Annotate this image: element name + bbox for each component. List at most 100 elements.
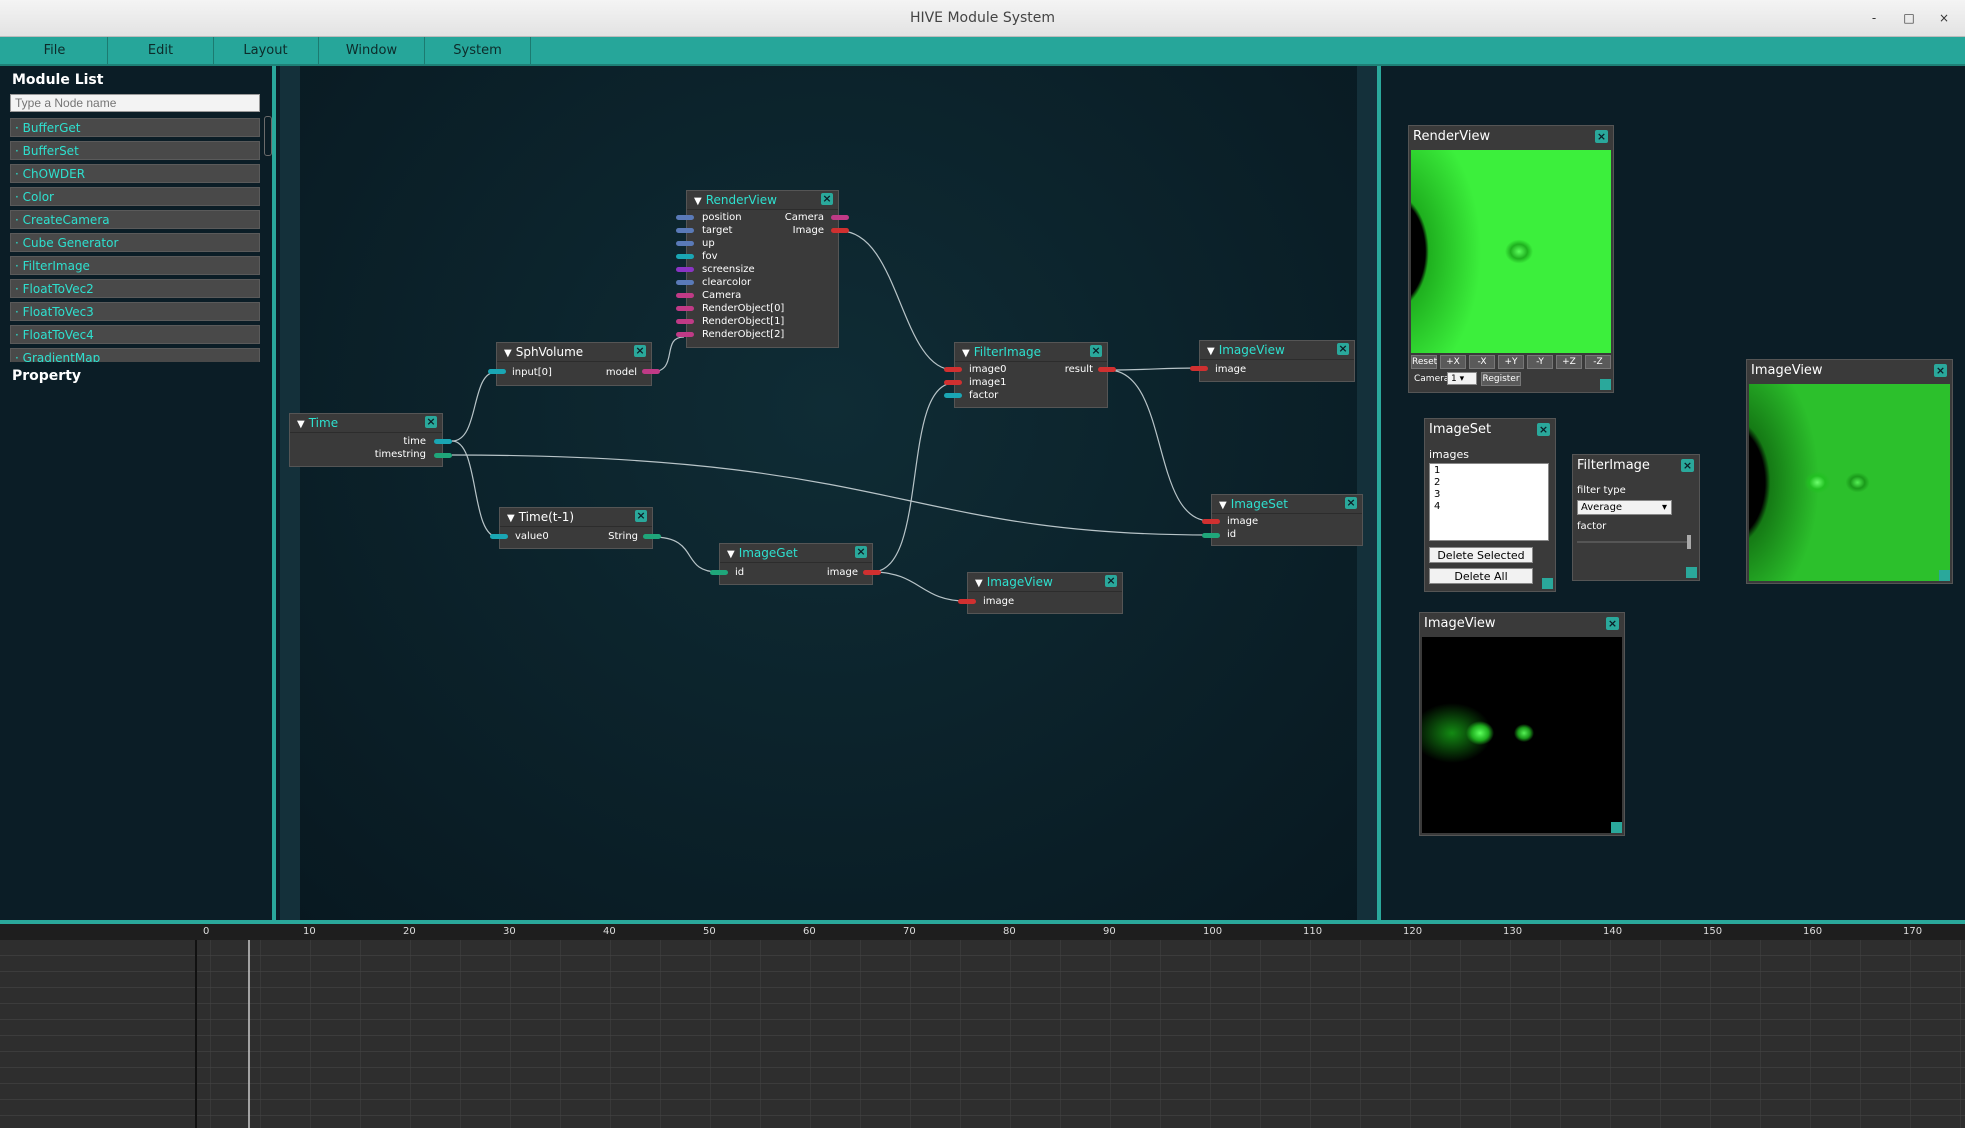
resize-handle[interactable] <box>1686 567 1697 578</box>
plug-time[interactable] <box>434 439 452 444</box>
node-close-button[interactable]: × <box>821 193 833 205</box>
close-window-button[interactable]: × <box>1934 9 1954 27</box>
menu-system[interactable]: System <box>425 37 531 64</box>
list-item[interactable]: 3 <box>1434 489 1544 501</box>
view-plus-y-button[interactable]: +Y <box>1498 355 1524 369</box>
node-header[interactable]: ▼ Time(t-1) × <box>500 508 652 527</box>
resize-handle[interactable] <box>1939 570 1950 581</box>
view-minus-z-button[interactable]: -Z <box>1585 355 1611 369</box>
plug-renderobject0[interactable] <box>676 306 694 311</box>
panel-close-button[interactable]: × <box>1595 130 1608 143</box>
plug-image[interactable] <box>1202 519 1220 524</box>
plug-timestring[interactable] <box>434 453 452 458</box>
plug-up[interactable] <box>676 241 694 246</box>
plug-image0[interactable] <box>944 367 962 372</box>
node-header[interactable]: ▼ SphVolume × <box>497 343 651 362</box>
node-header[interactable]: ▼ ImageView × <box>968 573 1122 592</box>
node-close-button[interactable]: × <box>634 345 646 357</box>
reset-view-button[interactable]: Reset <box>1411 355 1437 369</box>
timeline[interactable]: 0 10 20 30 40 50 60 70 80 90 100 110 120… <box>0 920 1965 1128</box>
node-header[interactable]: ▼ Time × <box>290 414 442 433</box>
node-header[interactable]: ▼ ImageGet × <box>720 544 872 563</box>
module-item[interactable]: · CreateCamera <box>10 210 260 229</box>
plug-renderobject1[interactable] <box>676 319 694 324</box>
menu-window[interactable]: Window <box>319 37 425 64</box>
factor-slider-handle[interactable] <box>1687 535 1691 549</box>
maximize-button[interactable]: □ <box>1899 9 1919 27</box>
module-list-scrollbar[interactable] <box>264 116 272 156</box>
view-plus-z-button[interactable]: +Z <box>1556 355 1582 369</box>
plug-model[interactable] <box>642 369 660 374</box>
plug-image[interactable] <box>863 570 881 575</box>
plug-image[interactable] <box>1190 366 1208 371</box>
module-item[interactable]: · FloatToVec3 <box>10 302 260 321</box>
list-item[interactable]: 2 <box>1434 477 1544 489</box>
resize-handle[interactable] <box>1611 822 1622 833</box>
node-sphvolume[interactable]: ▼ SphVolume × input[0] model <box>496 342 652 386</box>
module-item[interactable]: · FilterImage <box>10 256 260 275</box>
node-time-t1[interactable]: ▼ Time(t-1) × value0 String <box>499 507 653 549</box>
module-item[interactable]: · FloatToVec2 <box>10 279 260 298</box>
module-item[interactable]: · ChOWDER <box>10 164 260 183</box>
panel-close-button[interactable]: × <box>1934 364 1947 377</box>
factor-slider-track[interactable] <box>1577 541 1689 543</box>
view-minus-x-button[interactable]: -X <box>1469 355 1495 369</box>
module-item[interactable]: · GradientMap <box>10 348 260 362</box>
plug-factor[interactable] <box>944 393 962 398</box>
node-imageview[interactable]: ▼ ImageView × image <box>967 572 1123 614</box>
module-item[interactable]: · BufferGet <box>10 118 260 137</box>
camera-select[interactable]: 1 ▾ <box>1447 372 1477 385</box>
plug-clearcolor[interactable] <box>676 280 694 285</box>
node-close-button[interactable]: × <box>1345 497 1357 509</box>
view-minus-y-button[interactable]: -Y <box>1527 355 1553 369</box>
plug-input0[interactable] <box>488 369 506 374</box>
render-image[interactable] <box>1411 150 1611 353</box>
renderview-panel[interactable]: RenderView × Reset +X -X +Y -Y +Z -Z Came… <box>1408 125 1614 393</box>
delete-all-button[interactable]: Delete All <box>1429 568 1533 584</box>
node-imageget[interactable]: ▼ ImageGet × id image <box>719 543 873 585</box>
node-close-button[interactable]: × <box>1337 343 1349 355</box>
plug-screensize[interactable] <box>676 267 694 272</box>
delete-selected-button[interactable]: Delete Selected <box>1429 547 1533 563</box>
node-imageview[interactable]: ▼ ImageView × image <box>1199 340 1355 382</box>
module-item[interactable]: · Color <box>10 187 260 206</box>
node-header[interactable]: ▼ RenderView × <box>687 191 838 210</box>
plug-position[interactable] <box>676 215 694 220</box>
plug-result[interactable] <box>1098 367 1116 372</box>
panel-close-button[interactable]: × <box>1537 423 1550 436</box>
register-button[interactable]: Register <box>1481 372 1521 386</box>
node-search-input[interactable] <box>10 94 260 112</box>
minimize-button[interactable]: - <box>1864 9 1884 27</box>
menu-layout[interactable]: Layout <box>213 37 319 64</box>
plug-target[interactable] <box>676 228 694 233</box>
node-close-button[interactable]: × <box>425 416 437 428</box>
plug-renderobject2[interactable] <box>676 332 694 337</box>
menu-file[interactable]: File <box>2 37 108 64</box>
list-item[interactable]: 4 <box>1434 501 1544 513</box>
plug-image[interactable] <box>958 599 976 604</box>
images-listbox[interactable]: 1 2 3 4 <box>1429 463 1549 541</box>
node-close-button[interactable]: × <box>1090 345 1102 357</box>
filter-type-select[interactable]: Average ▾ <box>1577 500 1672 515</box>
panel-close-button[interactable]: × <box>1606 617 1619 630</box>
menu-edit[interactable]: Edit <box>108 37 214 64</box>
plug-string[interactable] <box>643 534 661 539</box>
node-header[interactable]: ▼ ImageView × <box>1200 341 1354 360</box>
node-renderview[interactable]: ▼ RenderView × position target up fov scre… <box>686 190 839 348</box>
node-header[interactable]: ▼ ImageSet × <box>1212 495 1362 514</box>
module-item[interactable]: · FloatToVec4 <box>10 325 260 344</box>
imageview-panel[interactable]: ImageView × <box>1746 359 1953 584</box>
node-imageset[interactable]: ▼ ImageSet × image id <box>1211 494 1363 546</box>
view-plus-x-button[interactable]: +X <box>1440 355 1466 369</box>
panel-close-button[interactable]: × <box>1681 459 1694 472</box>
node-time[interactable]: ▼ Time × time timestring <box>289 413 443 467</box>
module-item[interactable]: · BufferSet <box>10 141 260 160</box>
plug-image-out[interactable] <box>831 228 849 233</box>
module-item[interactable]: · Cube Generator <box>10 233 260 252</box>
resize-handle[interactable] <box>1542 578 1553 589</box>
plug-camera-out[interactable] <box>831 215 849 220</box>
node-close-button[interactable]: × <box>1105 575 1117 587</box>
list-item[interactable]: 1 <box>1434 465 1544 477</box>
plug-image1[interactable] <box>944 380 962 385</box>
plug-value0[interactable] <box>490 534 508 539</box>
